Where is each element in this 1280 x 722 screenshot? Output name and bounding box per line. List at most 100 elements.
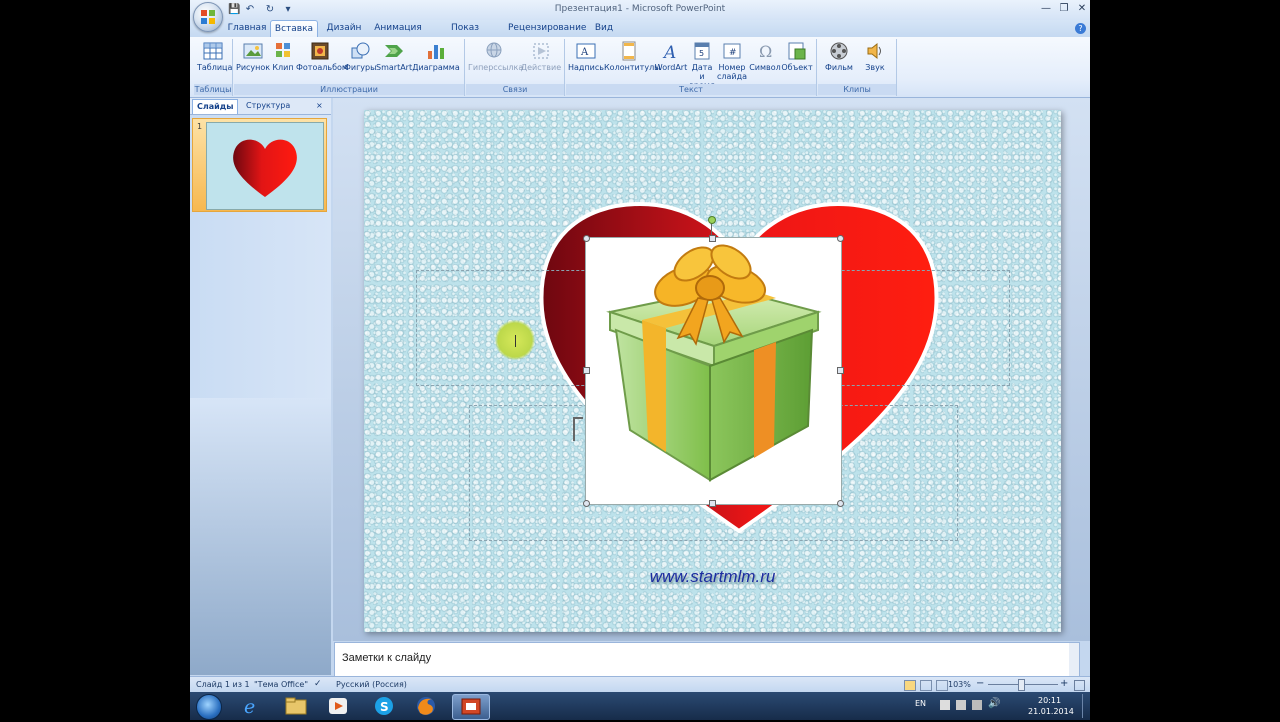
resize-handle-ne[interactable] xyxy=(837,235,844,242)
taskbar-firefox-icon[interactable] xyxy=(408,694,444,718)
taskbar-explorer-icon[interactable] xyxy=(278,694,314,718)
spellcheck-icon[interactable]: ✓ xyxy=(314,679,322,689)
restore-button[interactable]: ❐ xyxy=(1054,2,1074,16)
clip-button[interactable]: Клип xyxy=(270,41,296,72)
taskbar-powerpoint-icon[interactable] xyxy=(452,694,490,720)
close-button[interactable]: ✕ xyxy=(1072,2,1090,16)
wordart-button[interactable]: A WordArt xyxy=(654,41,688,72)
zoom-out-button[interactable]: − xyxy=(976,678,984,689)
slides-panel: Слайды Структура × 1 xyxy=(190,98,331,675)
resize-handle-w[interactable] xyxy=(583,367,590,374)
header-footer-button[interactable]: Колонтитулы xyxy=(604,41,661,72)
theme-name: "Тема Office" xyxy=(254,680,308,689)
tab-slideshow[interactable]: Показ слайдов xyxy=(434,20,496,49)
chart-button[interactable]: Диаграмма xyxy=(412,41,460,72)
object-button[interactable]: Объект xyxy=(780,41,814,72)
group-text: A Надпись Колонтитулы A WordArt 5 Дата и… xyxy=(566,39,817,96)
tab-design[interactable]: Дизайн xyxy=(324,20,364,37)
slide-number-icon: # xyxy=(721,41,743,61)
input-language[interactable]: EN xyxy=(915,699,926,708)
language-indicator[interactable]: Русский (Россия) xyxy=(336,680,407,689)
hyperlink-button[interactable]: Гиперссылка xyxy=(468,41,523,72)
website-text[interactable]: www.startmlm.ru xyxy=(364,567,1061,587)
slide-number-button[interactable]: # Номер слайда xyxy=(716,41,748,81)
office-button[interactable] xyxy=(193,2,223,32)
clock-date[interactable]: 21.01.2014 xyxy=(1028,707,1074,716)
text-box-button[interactable]: A Надпись xyxy=(568,41,604,72)
status-bar: Слайд 1 из 1 "Тема Office" ✓ Русский (Ро… xyxy=(190,676,1090,692)
tab-slides[interactable]: Слайды xyxy=(192,99,239,114)
photo-album-button[interactable]: Фотоальбом xyxy=(296,41,348,72)
picture-button[interactable]: Рисунок xyxy=(236,41,270,72)
powerpoint-window: 💾 ↶ ↻ ▾ Презентация1 - Microsoft PowerPo… xyxy=(190,0,1090,692)
taskbar-skype-icon[interactable]: S xyxy=(366,694,402,718)
smartart-button[interactable]: SmartArt xyxy=(376,41,412,72)
svg-text:e: e xyxy=(244,696,255,718)
symbol-button[interactable]: Ω Символ xyxy=(748,41,782,72)
zoom-in-button[interactable]: + xyxy=(1060,678,1068,689)
rotate-handle[interactable] xyxy=(708,216,716,224)
date-time-button[interactable]: 5 Дата и время xyxy=(688,41,716,90)
tray-icon-2[interactable] xyxy=(956,700,966,710)
rotate-handle-stem xyxy=(711,222,712,236)
action-button[interactable]: Действие xyxy=(520,41,562,72)
fit-slide-button[interactable] xyxy=(1074,680,1085,691)
slideshow-button[interactable] xyxy=(936,680,948,691)
movie-button[interactable]: Фильм xyxy=(822,41,856,72)
slide-sorter-button[interactable] xyxy=(920,680,932,691)
shapes-button[interactable]: Фигуры xyxy=(344,41,376,72)
taskbar-media-player-icon[interactable] xyxy=(320,694,356,718)
group-illustrations: Рисунок Клип Фотоальбом Фигуры SmartArt … xyxy=(234,39,465,96)
speaker-icon xyxy=(864,41,886,61)
shapes-icon xyxy=(349,41,371,61)
help-icon[interactable]: ? xyxy=(1075,23,1086,34)
gift-box-icon xyxy=(606,244,822,482)
slide-canvas[interactable]: www.startmlm.ru xyxy=(364,110,1061,632)
start-button[interactable] xyxy=(196,694,222,720)
zoom-slider-thumb[interactable] xyxy=(1018,679,1025,691)
group-label-illustrations: Иллюстрации xyxy=(234,84,464,95)
resize-handle-se[interactable] xyxy=(837,500,844,507)
resize-handle-sw[interactable] xyxy=(583,500,590,507)
tab-outline[interactable]: Структура xyxy=(242,99,294,113)
photo-album-icon xyxy=(309,41,331,61)
group-tables: Таблица Таблицы xyxy=(194,39,233,96)
normal-view-button[interactable] xyxy=(904,680,916,691)
sound-button[interactable]: Звук xyxy=(858,41,892,72)
close-panel-icon[interactable]: × xyxy=(314,99,325,113)
panel-background xyxy=(190,398,331,675)
slide-thumbnail-selected[interactable]: 1 xyxy=(192,118,327,212)
show-desktop-button[interactable] xyxy=(1082,694,1089,718)
resize-handle-n[interactable] xyxy=(709,235,716,242)
zoom-level[interactable]: 103% xyxy=(948,680,971,689)
resize-handle-e[interactable] xyxy=(837,367,844,374)
notes-scrollbar[interactable] xyxy=(1069,643,1079,677)
svg-text:Ω: Ω xyxy=(759,42,772,61)
group-label-links: Связи xyxy=(466,84,564,95)
tab-home[interactable]: Главная xyxy=(226,20,268,37)
notes-placeholder: Заметки к слайду xyxy=(342,652,432,664)
taskbar-ie-icon[interactable]: e xyxy=(234,694,270,718)
tab-review[interactable]: Рецензирование xyxy=(508,20,586,37)
table-button[interactable]: Таблица xyxy=(197,41,232,72)
picture-icon xyxy=(242,41,264,61)
network-icon[interactable] xyxy=(972,700,982,710)
gift-picture[interactable] xyxy=(585,237,842,505)
resize-handle-s[interactable] xyxy=(709,500,716,507)
tab-view[interactable]: Вид xyxy=(592,20,616,37)
slide-thumbnail[interactable] xyxy=(206,122,324,210)
clock-time[interactable]: 20:11 xyxy=(1038,696,1061,705)
tab-animation[interactable]: Анимация xyxy=(374,20,422,37)
slide-counter: Слайд 1 из 1 xyxy=(196,680,250,689)
clipart-icon xyxy=(272,41,294,61)
notes-pane[interactable]: Заметки к слайду xyxy=(334,642,1080,678)
tray-icon-1[interactable] xyxy=(940,700,950,710)
smartart-icon xyxy=(383,41,405,61)
bar-chart-icon xyxy=(425,41,447,61)
tab-insert[interactable]: Вставка xyxy=(270,20,318,38)
resize-handle-nw[interactable] xyxy=(583,235,590,242)
minimize-button[interactable]: — xyxy=(1036,2,1056,16)
slide-editing-area: www.startmlm.ru xyxy=(333,98,1090,641)
volume-icon[interactable]: 🔊 xyxy=(988,698,1000,709)
text-cursor-icon xyxy=(515,335,516,347)
